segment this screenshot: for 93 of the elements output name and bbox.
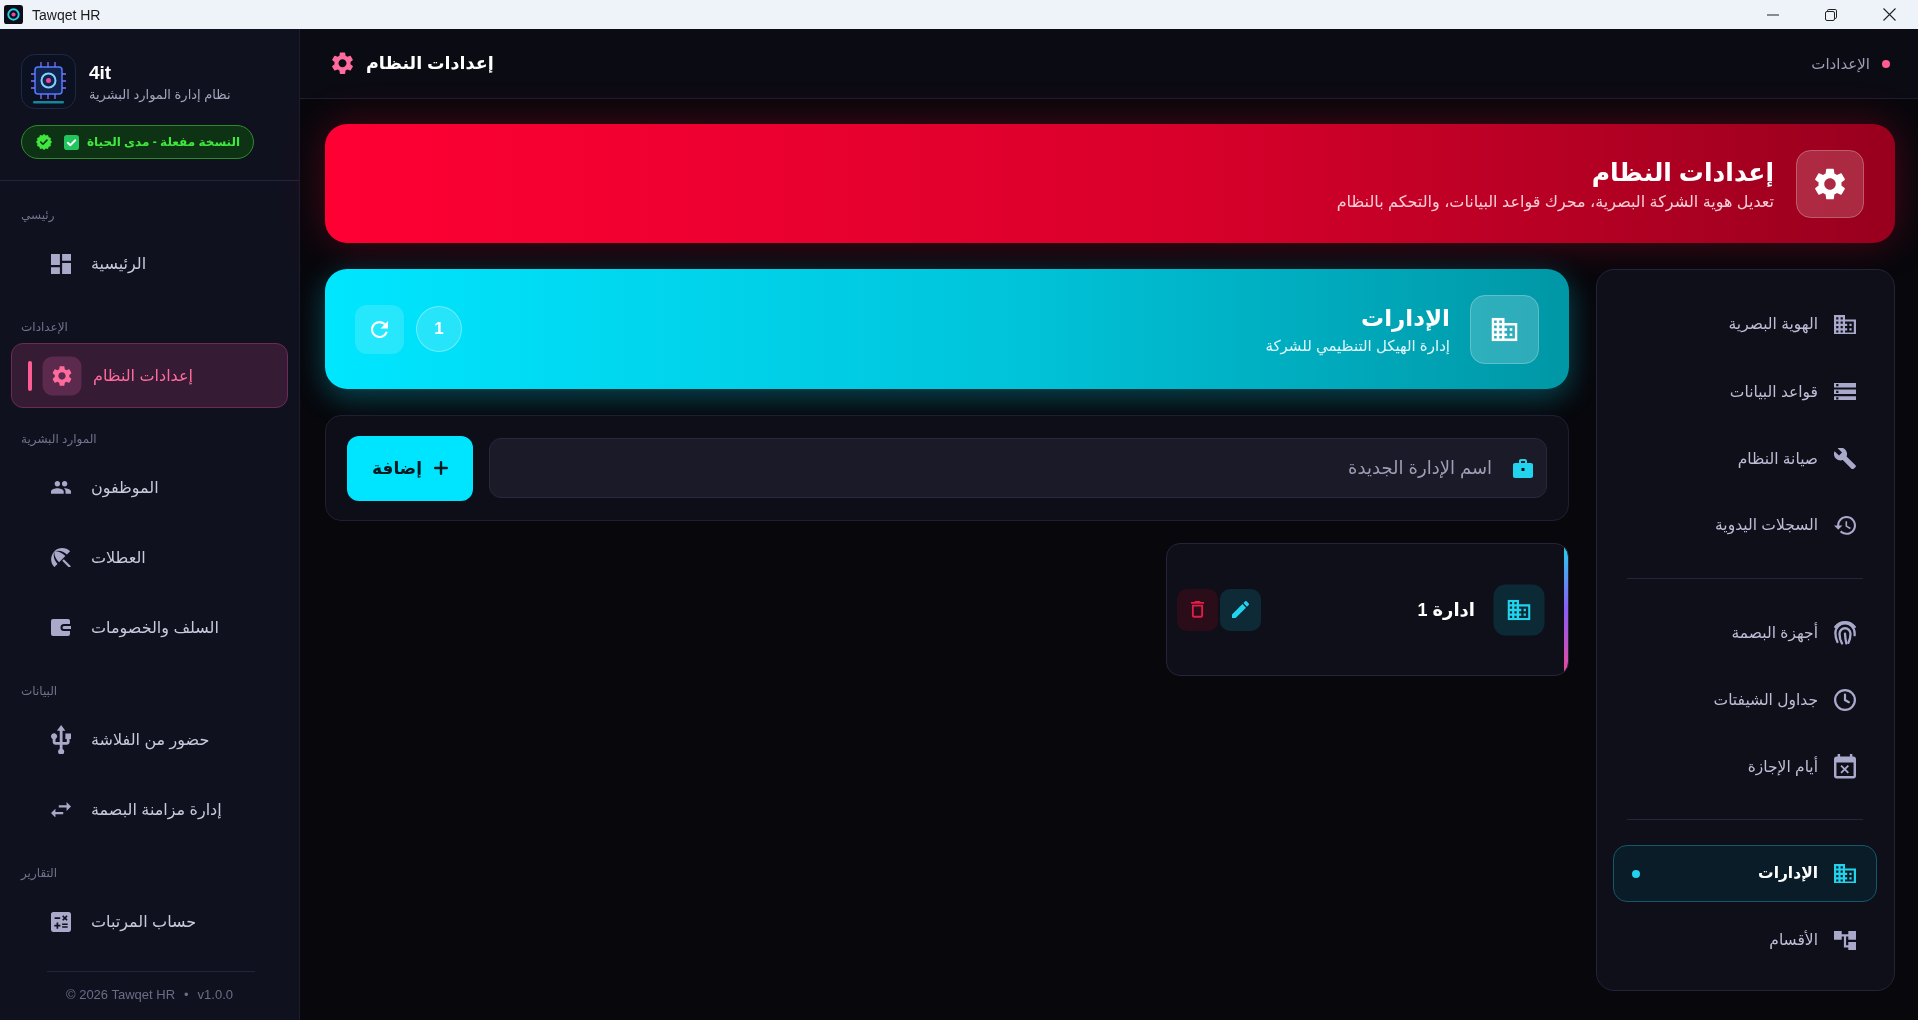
- sidebar-item-label: إدارة مزامنة البصمة: [91, 800, 222, 819]
- minimize-icon[interactable]: [1767, 13, 1779, 16]
- sidebar-item-label: إعدادات النظام: [93, 366, 193, 385]
- usb-icon: [51, 724, 71, 755]
- refresh-icon: [371, 320, 388, 338]
- window-title: Tawqet HR: [32, 6, 102, 23]
- gear-icon: [332, 52, 353, 75]
- settings-nav-item[interactable]: الهوية البصرية: [1728, 314, 1856, 335]
- database-icon: [1834, 382, 1856, 401]
- edit-button[interactable]: [1219, 588, 1261, 631]
- settings-nav-item[interactable]: صيانة النظام: [1737, 447, 1856, 470]
- settings-nav-label: صيانة النظام: [1737, 449, 1818, 468]
- sidebar-item-label: الرئيسية: [91, 254, 147, 273]
- building-icon: [1470, 294, 1539, 364]
- settings-nav-item[interactable]: أجهزة البصمة: [1731, 620, 1856, 645]
- section-subtitle: إدارة الهيكل التنظيمي للشركة: [1265, 337, 1450, 355]
- gear-icon: [42, 355, 82, 396]
- department-name: ادارة 1: [1417, 598, 1475, 621]
- sidebar-item[interactable]: حضور من الفلاشة: [51, 724, 210, 755]
- sidebar-item[interactable]: الموظفون: [51, 478, 159, 497]
- banner-title: إعدادات النظام: [1590, 157, 1774, 188]
- settings-nav-label: أجهزة البصمة: [1731, 623, 1818, 642]
- calculator-icon: [51, 911, 71, 932]
- count-badge: 1: [416, 306, 462, 352]
- settings-nav-item[interactable]: السجلات اليدوية: [1715, 516, 1856, 535]
- dot-icon: [1882, 59, 1890, 68]
- sidebar-item[interactable]: العطلات: [51, 547, 146, 568]
- settings-nav-item[interactable]: أيام الإجازة: [1747, 754, 1856, 779]
- app-icon: [4, 5, 23, 24]
- dashboard-icon: [51, 253, 71, 274]
- settings-nav-item[interactable]: الأقسام: [1769, 930, 1856, 951]
- page-title: إعدادات النظام: [366, 53, 494, 74]
- footer-separator: •: [184, 987, 189, 1002]
- sidebar-item[interactable]: إدارة مزامنة البصمة: [51, 800, 222, 819]
- settings-nav-item[interactable]: جداول الشيفتات: [1713, 688, 1856, 711]
- brand-name: 4it: [89, 61, 113, 84]
- plus-icon: [434, 461, 449, 475]
- sidebar-item-label: حساب المرتبات: [91, 912, 197, 931]
- wallet-icon: [51, 619, 71, 636]
- sidebar-item-label: السلف والخصومات: [91, 618, 219, 637]
- sidebar-item[interactable]: السلف والخصومات: [51, 618, 219, 637]
- breadcrumb: الإعدادات: [1811, 54, 1870, 73]
- settings-nav-item[interactable]: قواعد البيانات: [1729, 382, 1856, 401]
- sidebar-item[interactable]: حساب المرتبات: [51, 911, 197, 932]
- building-icon: [1834, 863, 1856, 884]
- section-label: الموارد البشرية: [20, 432, 98, 446]
- active-dot-icon: [1632, 869, 1640, 878]
- logo-icon: [21, 54, 76, 109]
- delete-button[interactable]: [1176, 588, 1218, 631]
- department-name-field[interactable]: اسم الإدارة الجديدة: [489, 438, 1547, 498]
- close-icon[interactable]: [1882, 8, 1896, 21]
- sidebar-item[interactable]: إعدادات النظام: [11, 343, 288, 408]
- sidebar-item[interactable]: الرئيسية: [51, 253, 147, 274]
- add-button-label: إضافة: [371, 457, 423, 479]
- briefcase-icon: [1513, 459, 1533, 478]
- swap-arrows-icon: [51, 801, 71, 818]
- umbrella-icon: [51, 547, 71, 568]
- trash-icon: [1190, 601, 1204, 618]
- section-label: رئيسي: [20, 208, 56, 222]
- calendar-x-icon: [1834, 754, 1856, 779]
- building-icon: [1493, 583, 1545, 636]
- sidebar-item-label: الموظفون: [91, 478, 159, 497]
- gear-icon: [1796, 149, 1864, 218]
- license-text: النسخة مفعلة - مدى الحياة: [87, 135, 241, 149]
- settings-nav-label: أيام الإجازة: [1747, 757, 1818, 776]
- banner-subtitle: تعديل هوية الشركة البصرية، محرك قواعد البيانات، والتحكم بالنظام: [1336, 192, 1774, 211]
- version-text: v1.0.0: [197, 987, 234, 1002]
- section-label: البيانات: [20, 684, 59, 698]
- verified-badge-icon: [36, 134, 52, 150]
- settings-nav-label: جداول الشيفتات: [1713, 690, 1818, 709]
- hierarchy-icon: [1834, 930, 1856, 951]
- section-label: الإعدادات: [20, 320, 69, 334]
- clock-icon: [1834, 688, 1856, 711]
- sidebar-item-label: حضور من الفلاشة: [91, 730, 210, 749]
- settings-nav-item[interactable]: الإدارات: [1613, 845, 1877, 902]
- history-icon: [1834, 516, 1856, 535]
- pencil-icon: [1231, 600, 1249, 619]
- settings-nav-label: الهوية البصرية: [1728, 315, 1818, 334]
- settings-nav-label: قواعد البيانات: [1729, 382, 1818, 401]
- wrench-icon: [1834, 447, 1856, 470]
- section-title: الإدارات: [1360, 304, 1450, 333]
- settings-nav-label: السجلات اليدوية: [1715, 516, 1818, 535]
- copyright-text: © 2026 Tawqet HR: [65, 987, 176, 1002]
- sidebar-item-label: العطلات: [91, 548, 146, 567]
- settings-nav-label: الأقسام: [1769, 931, 1818, 950]
- section-label: التقارير: [19, 866, 59, 880]
- add-button[interactable]: إضافة: [347, 435, 473, 501]
- people-icon: [51, 481, 71, 494]
- building-icon: [1834, 314, 1856, 335]
- restore-icon[interactable]: [1825, 8, 1837, 21]
- fingerprint-icon: [1834, 620, 1856, 645]
- brand-subtitle: نظام إدارة الموارد البشرية: [89, 86, 231, 102]
- settings-nav-label: الإدارات: [1758, 864, 1818, 883]
